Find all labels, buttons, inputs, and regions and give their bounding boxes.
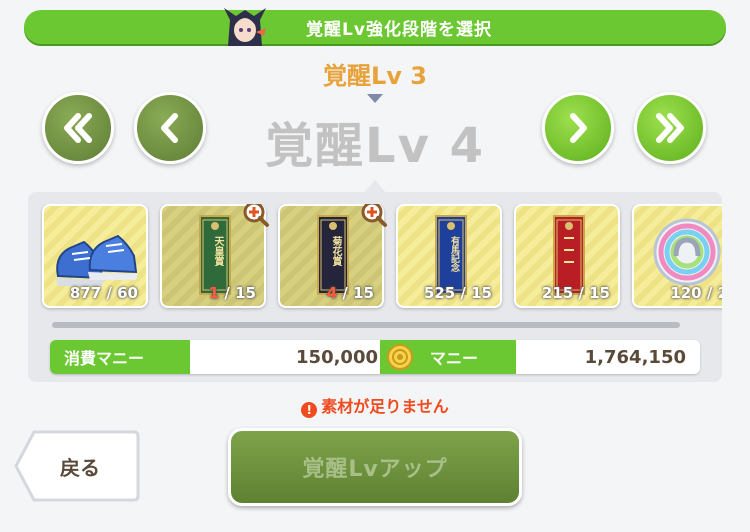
material-have: 215 [541, 284, 574, 302]
material-have: 4 [326, 284, 338, 302]
zoom-in-icon[interactable] [242, 204, 270, 228]
panel-pointer [363, 180, 387, 194]
warning-message: ! 素材が足りません [0, 393, 750, 418]
material-item-rainbow-horseshoe[interactable]: 120 / 2 [632, 204, 722, 308]
character-avatar [224, 8, 266, 46]
material-item-shoes[interactable]: 877 / 60 [42, 204, 148, 308]
awaken-level-up-button[interactable]: 覚醒Lvアップ [228, 428, 522, 506]
material-need: 2 [718, 284, 722, 302]
material-count: 4 / 15 [326, 284, 374, 302]
zoom-in-icon[interactable] [360, 204, 388, 228]
header-title: 覚醒Lv強化段階を選択 [306, 19, 492, 40]
material-count: 1 / 15 [208, 284, 256, 302]
material-item-tenno-sho[interactable]: 天皇賞 1 / 15 [160, 204, 269, 308]
material-need: 15 [353, 284, 374, 302]
material-count: 120 / 2 [670, 284, 722, 302]
material-count: 215 / 15 [541, 284, 610, 302]
chevron-right-icon [570, 113, 587, 143]
cost-value: 150,000 [296, 346, 378, 368]
money-value: 1,764,150 [584, 346, 686, 368]
double-chevron-right-icon [656, 113, 684, 143]
material-need: 15 [471, 284, 492, 302]
material-need: 15 [589, 284, 610, 302]
banner-text: 天皇賞 [212, 236, 223, 266]
double-chevron-left-icon [64, 113, 92, 143]
warning-text: 素材が足りません [321, 397, 449, 416]
previous-level-label: 覚醒Lv 3 [323, 62, 427, 90]
material-count: 525 / 15 [423, 284, 492, 302]
banner-text: 有馬記念 [449, 236, 459, 272]
first-level-button[interactable] [42, 92, 114, 164]
next-level-button[interactable] [542, 92, 614, 164]
material-have: 1 [208, 284, 220, 302]
material-count: 877 / 60 [69, 284, 138, 302]
material-need: 15 [235, 284, 256, 302]
cost-label: 消費マニー [50, 340, 190, 374]
material-have: 877 [69, 284, 102, 302]
material-have: 120 [670, 284, 702, 302]
back-button[interactable]: 戻る [14, 428, 154, 504]
previous-level-button[interactable] [134, 92, 206, 164]
material-item-arima-kinen[interactable]: 有馬記念 525 / 15 [396, 204, 502, 308]
level-down-arrow-icon [367, 94, 383, 103]
cost-row: 消費マニー 150,000 マニー 1,764,150 [50, 340, 700, 374]
material-need: 60 [117, 284, 138, 302]
material-have: 525 [423, 284, 456, 302]
material-item-kikka-sho[interactable]: 菊花賞 4 / 15 [278, 204, 387, 308]
last-level-button[interactable] [634, 92, 706, 164]
materials-list[interactable]: 877 / 60 天皇賞 1 / 15 菊花賞 4 / 15 有馬記念 525 … [40, 204, 722, 312]
warning-icon: ! [301, 402, 318, 418]
header-bar: 覚醒Lv強化段階を選択 [24, 10, 726, 44]
banner-text: 菊花賞 [330, 236, 341, 266]
materials-scrollbar[interactable] [52, 322, 680, 328]
chevron-left-icon [161, 113, 178, 143]
material-item-red-banner[interactable]: 215 / 15 [514, 204, 620, 308]
coin-icon [387, 344, 413, 370]
